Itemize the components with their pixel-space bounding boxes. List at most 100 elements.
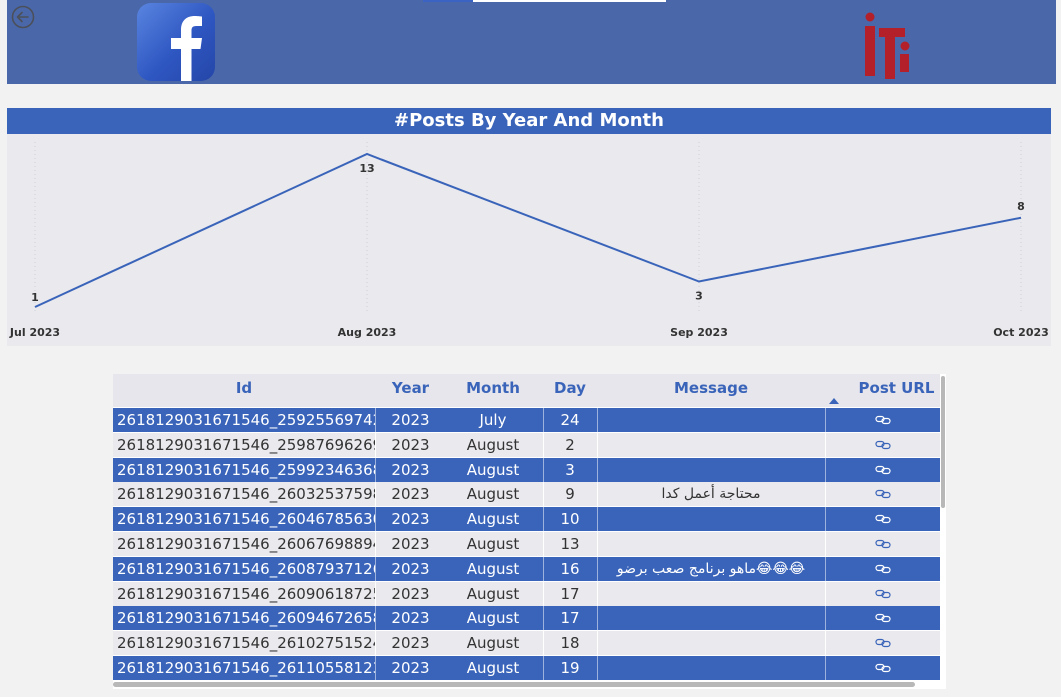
cell-id: 2618129031671546_261027515245...: [117, 634, 375, 653]
cell-year: 2023: [391, 659, 430, 677]
table-row[interactable]: 2618129031671546_261027515245... 2023 Augu…: [113, 631, 940, 656]
table-row[interactable]: 2618129031671546_259923463689... 2023 Augu…: [113, 457, 940, 482]
posts-table: Id Year Month Day Message Post URL 26181…: [113, 374, 946, 689]
column-divider: [825, 556, 826, 581]
sort-ascending-icon[interactable]: [829, 398, 839, 404]
data-point[interactable]: [32, 304, 38, 310]
cell-id: 2618129031671546_259255697422...: [117, 411, 375, 429]
column-header-month[interactable]: Month: [443, 379, 543, 397]
cell-month: August: [466, 609, 520, 628]
tab-indicator-active[interactable]: [423, 0, 473, 2]
cell-message: [597, 433, 825, 457]
cell-year: 2023: [391, 535, 430, 553]
column-divider: [597, 457, 598, 482]
column-divider: [597, 507, 598, 532]
column-header-post-url[interactable]: Post URL: [825, 379, 946, 397]
column-divider: [543, 656, 544, 680]
table-row[interactable]: 2618129031671546_260325375982... 2023 Augu…: [113, 482, 940, 507]
link-icon[interactable]: [874, 589, 891, 599]
cell-message: [597, 458, 825, 482]
cell-month: August: [466, 559, 520, 578]
link-icon[interactable]: [874, 638, 891, 648]
link-icon[interactable]: [874, 514, 891, 524]
horizontal-scrollbar[interactable]: [113, 682, 915, 687]
column-divider: [543, 482, 544, 507]
column-divider: [597, 532, 598, 556]
data-label: 3: [695, 290, 703, 303]
link-icon[interactable]: [874, 415, 891, 425]
cell-id: 2618129031671546_259923463689...: [117, 460, 375, 479]
back-arrow-icon[interactable]: [10, 4, 36, 30]
link-icon[interactable]: [874, 465, 891, 475]
cell-message: [597, 582, 825, 606]
table-header: Id Year Month Day Message Post URL: [113, 374, 940, 407]
header-banner: [7, 0, 1056, 84]
cell-id: 2618129031671546_260946726587...: [117, 609, 375, 628]
cell-post-url: [825, 532, 940, 556]
series-line-posts[interactable]: [34, 152, 1022, 308]
column-divider: [375, 581, 376, 606]
column-divider: [825, 606, 826, 631]
cell-day: 17: [560, 609, 580, 628]
column-divider: [597, 556, 598, 581]
table-row[interactable]: 2618129031671546_260906187257... 2023 Augu…: [113, 581, 940, 606]
column-divider: [543, 606, 544, 631]
table-row[interactable]: 2618129031671546_261105581237... 2023 Augu…: [113, 656, 940, 680]
data-point[interactable]: [1018, 215, 1024, 221]
cell-month: August: [466, 634, 520, 653]
cell-id: 2618129031671546_260467856301...: [117, 510, 375, 529]
cell-day: 3: [565, 460, 575, 479]
link-icon[interactable]: [874, 539, 891, 549]
left-strip: [0, 0, 7, 697]
column-header-id[interactable]: Id: [113, 379, 375, 397]
column-divider: [543, 556, 544, 581]
column-divider: [825, 482, 826, 507]
cell-id: 2618129031671546_260676988947...: [117, 535, 375, 553]
column-divider: [597, 408, 598, 432]
column-divider: [543, 581, 544, 606]
table-row[interactable]: 2618129031671546_259876962694... 2023 Augu…: [113, 432, 940, 457]
cell-year: 2023: [391, 485, 430, 504]
table-row[interactable]: 2618129031671546_260879371260... 2023 Augu…: [113, 556, 940, 581]
link-icon[interactable]: [874, 564, 891, 574]
chart-title: #Posts By Year And Month: [7, 108, 1051, 134]
link-icon[interactable]: [874, 489, 891, 499]
cell-id: 2618129031671546_260906187257...: [117, 584, 375, 603]
column-divider: [597, 482, 598, 507]
column-divider: [825, 457, 826, 482]
column-divider: [375, 656, 376, 680]
column-divider: [375, 556, 376, 581]
cell-message: [597, 606, 825, 630]
cell-message: [597, 656, 825, 680]
link-icon[interactable]: [874, 613, 891, 623]
facebook-logo: [137, 3, 215, 81]
table-row[interactable]: 2618129031671546_260946726587... 2023 Augu…: [113, 606, 940, 631]
column-divider: [825, 507, 826, 532]
column-divider: [375, 631, 376, 656]
vertical-scrollbar[interactable]: [941, 376, 945, 508]
tab-indicator[interactable]: [473, 0, 666, 2]
data-point[interactable]: [364, 151, 370, 157]
cell-post-url: [825, 557, 940, 581]
column-divider: [825, 631, 826, 656]
column-divider: [543, 631, 544, 656]
column-divider: [375, 532, 376, 556]
table-row[interactable]: 2618129031671546_260467856301... 2023 Augu…: [113, 507, 940, 532]
cell-month: August: [466, 584, 520, 603]
column-divider: [597, 581, 598, 606]
link-icon[interactable]: [874, 440, 891, 450]
cell-year: 2023: [391, 559, 430, 578]
cell-day: 18: [560, 634, 580, 653]
cell-year: 2023: [391, 411, 430, 429]
cell-message: محتاجة أعمل كدا: [661, 486, 761, 503]
table-row[interactable]: 2618129031671546_260676988947... 2023 Augu…: [113, 532, 940, 556]
data-point[interactable]: [696, 279, 702, 285]
cell-id: 2618129031671546_260325375982...: [117, 485, 375, 504]
link-icon[interactable]: [874, 663, 891, 673]
cell-post-url: [825, 482, 940, 506]
column-header-message[interactable]: Message: [597, 379, 825, 397]
table-row[interactable]: 2618129031671546_259255697422... 2023 July…: [113, 408, 940, 432]
column-header-day[interactable]: Day: [543, 379, 597, 397]
column-header-year[interactable]: Year: [378, 379, 443, 397]
iti-logo: [865, 12, 910, 79]
